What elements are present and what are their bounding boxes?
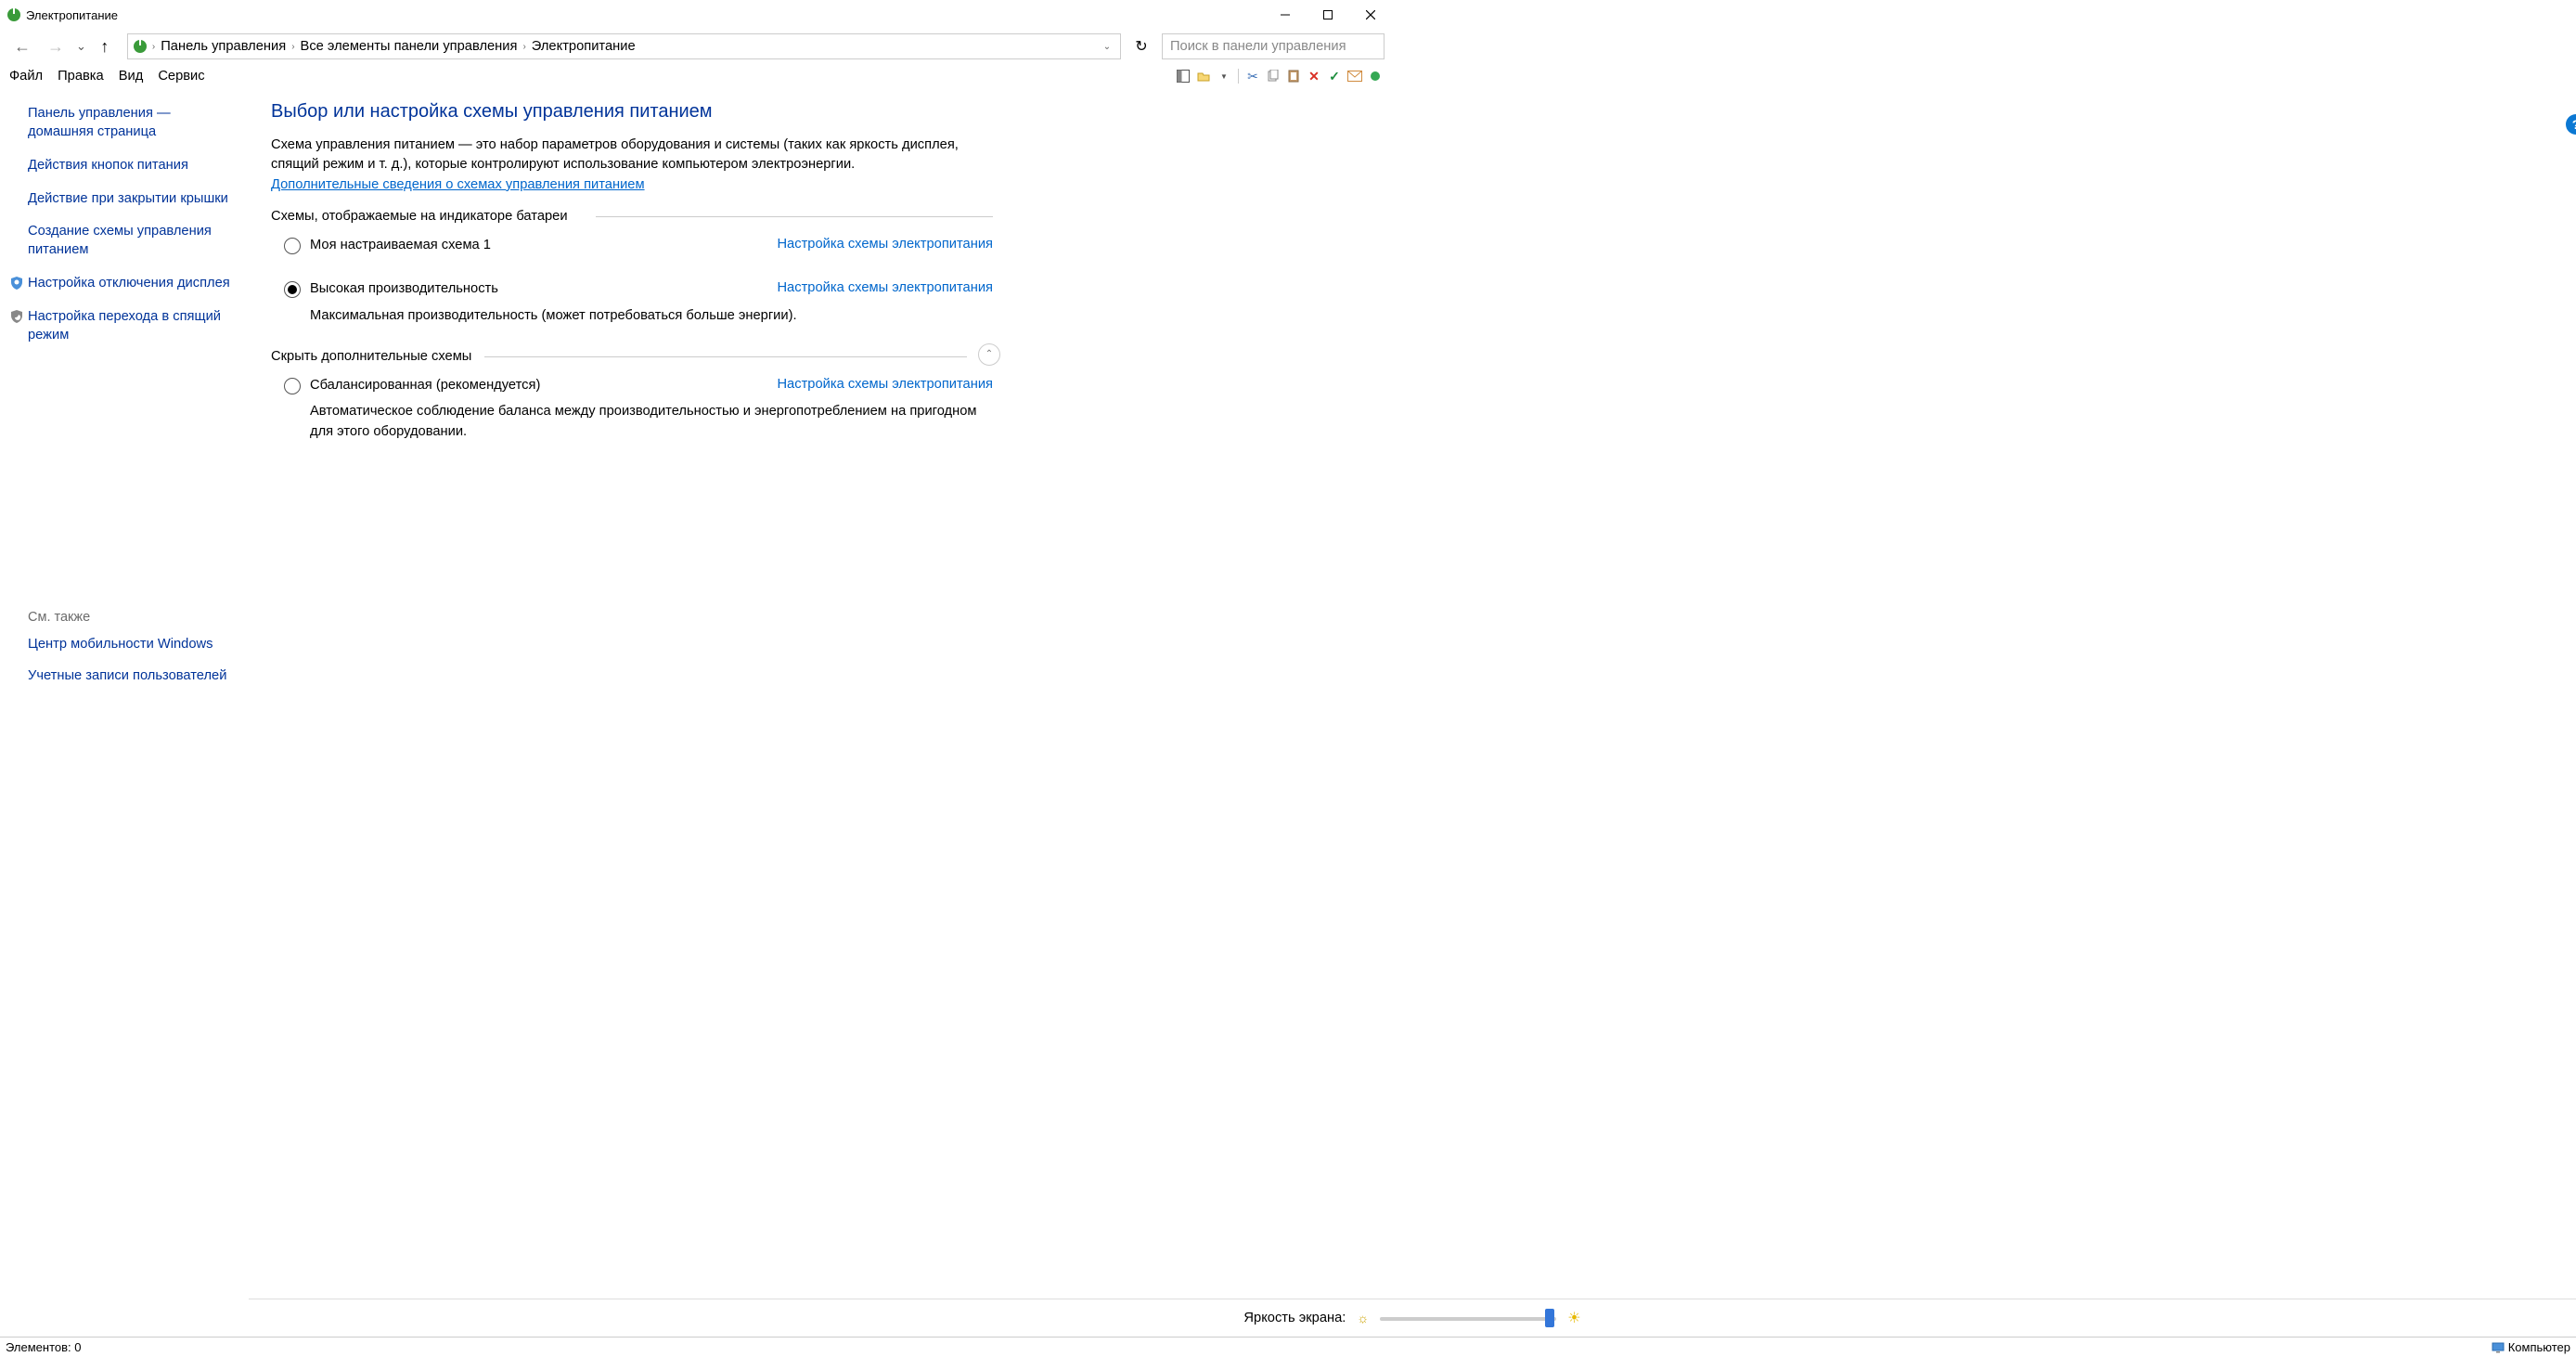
plan-desc-highperf: Максимальная производительность (может п… — [271, 306, 993, 326]
radio-highperf[interactable] — [284, 281, 301, 298]
page-description: Схема управления питанием — это набор па… — [271, 136, 993, 175]
breadcrumb-seg-2-label: Все элементы панели управления — [301, 39, 518, 54]
config-link-custom1[interactable]: Настройка схемы электропитания — [777, 237, 993, 252]
copy-icon[interactable] — [1264, 67, 1282, 85]
paste-icon[interactable] — [1284, 67, 1303, 85]
addressbar-icon — [132, 38, 148, 55]
window-controls — [1264, 1, 1392, 29]
config-link-balanced[interactable]: Настройка схемы электропитания — [777, 377, 993, 392]
plan-row-custom1: Моя настраиваемая схема 1 Настройка схем… — [271, 237, 993, 263]
sidebar-link-home[interactable]: Панель управления — домашняя страница — [7, 105, 238, 142]
up-button[interactable]: ↑ — [92, 33, 118, 59]
brightness-panel: Яркость экрана: ☼ ☀ — [249, 1299, 2576, 1337]
refresh-button[interactable]: ↻ — [1128, 33, 1154, 59]
config-link-highperf[interactable]: Настройка схемы электропитания — [777, 280, 993, 295]
toolbar-separator — [1238, 69, 1239, 84]
shield-sleep-icon — [9, 309, 24, 324]
breadcrumb-seg-1[interactable]: Панель управления — [157, 34, 290, 58]
confirm-icon[interactable]: ✓ — [1325, 67, 1344, 85]
plan-row-balanced: Сбалансированная (рекомендуется) Настрой… — [271, 377, 993, 403]
close-button[interactable] — [1349, 1, 1392, 29]
menu-service[interactable]: Сервис — [150, 67, 212, 85]
power-icon — [6, 6, 22, 23]
brightness-slider[interactable] — [1380, 1309, 1556, 1327]
main-panel: Выбор или настройка схемы управления пит… — [249, 88, 1010, 712]
search-input[interactable]: Поиск в панели управления — [1162, 33, 1385, 59]
slider-thumb[interactable] — [1545, 1309, 1554, 1327]
shield-display-icon — [9, 276, 24, 291]
menu-file[interactable]: Файл — [2, 67, 50, 85]
sun-dim-icon: ☼ — [1357, 1311, 1369, 1325]
maximize-button[interactable] — [1307, 1, 1349, 29]
nav-toolbar: ← → ⌄ ↑ › Панель управления › Все элемен… — [0, 30, 1392, 65]
dropdown-arrow-icon[interactable]: ▼ — [1215, 67, 1233, 85]
status-right: Компьютер — [2492, 1340, 2570, 1354]
plan-desc-balanced: Автоматическое соблюдение баланса между … — [271, 402, 993, 442]
radio-balanced[interactable] — [284, 378, 301, 394]
window-title: Электропитание — [26, 8, 118, 22]
content-area: Панель управления — домашняя страница Де… — [0, 88, 1392, 712]
breadcrumb-sep: › — [521, 42, 527, 52]
radio-custom1[interactable] — [284, 238, 301, 254]
breadcrumb-seg-2[interactable]: Все элементы панели управления — [297, 34, 522, 58]
titlebar: Электропитание — [0, 0, 1392, 30]
sidebar-link-sleep[interactable]: Настройка перехода в спящий режим — [7, 308, 238, 345]
menu-edit[interactable]: Правка — [50, 67, 111, 85]
sidebar-link-create[interactable]: Создание схемы управления питанием — [7, 223, 238, 260]
sidebar-link-display[interactable]: Настройка отключения дисплея — [7, 275, 238, 293]
toolbar-extra: ▼ ✂ ✕ ✓ — [1174, 67, 1390, 85]
plan-row-highperf: Высокая производительность Настройка схе… — [271, 280, 993, 306]
slider-track — [1380, 1317, 1556, 1321]
computer-icon — [2492, 1342, 2505, 1353]
sidebar-link-accounts[interactable]: Учетные записи пользователей — [7, 667, 238, 686]
plan-label-balanced[interactable]: Сбалансированная (рекомендуется) — [310, 377, 540, 395]
status-left: Элементов: 0 — [6, 1340, 81, 1354]
menu-view[interactable]: Вид — [111, 67, 151, 85]
menu-bar: Файл Правка Вид Сервис ▼ ✂ ✕ ✓ — [0, 65, 1392, 88]
breadcrumb-seg-1-label: Панель управления — [161, 39, 286, 54]
status-right-label: Компьютер — [2508, 1340, 2570, 1354]
sidebar-link-sleep-label: Настройка перехода в спящий режим — [28, 309, 221, 342]
back-button[interactable]: ← — [7, 33, 37, 59]
new-folder-icon[interactable] — [1194, 67, 1213, 85]
breadcrumb-seg-3-label: Электропитание — [532, 39, 636, 54]
delete-icon[interactable]: ✕ — [1305, 67, 1323, 85]
sidebar-link-buttons[interactable]: Действия кнопок питания — [7, 157, 238, 175]
sidebar-link-display-label: Настройка отключения дисплея — [28, 276, 230, 291]
group-extra-title: Скрыть дополнительные схемы ⌃ — [271, 349, 993, 364]
sidebar-link-lid[interactable]: Действие при закрытии крышки — [7, 190, 238, 209]
plan-label-custom1[interactable]: Моя настраиваемая схема 1 — [310, 237, 491, 255]
minimize-button[interactable] — [1264, 1, 1307, 29]
learn-more-link[interactable]: Дополнительные сведения о схемах управле… — [271, 177, 645, 192]
sidebar-link-mobility[interactable]: Центр мобильности Windows — [7, 636, 238, 654]
breadcrumb-sep: › — [290, 42, 296, 52]
group-battery-label: Схемы, отображаемые на индикаторе батаре… — [271, 209, 568, 224]
panel-toggle-icon[interactable] — [1174, 67, 1192, 85]
sun-bright-icon: ☀ — [1567, 1309, 1580, 1327]
group-extra-label: Скрыть дополнительные схемы — [271, 349, 471, 364]
breadcrumb-sep: › — [150, 42, 157, 52]
status-bar: Элементов: 0 Компьютер — [0, 1337, 2576, 1357]
brightness-label: Яркость экрана: — [1243, 1311, 1346, 1325]
refresh-sync-icon[interactable] — [1366, 67, 1385, 85]
plan-label-highperf[interactable]: Высокая производительность — [310, 280, 498, 299]
see-also-label: См. также — [28, 610, 238, 625]
address-bar[interactable]: › Панель управления › Все элементы панел… — [127, 33, 1121, 59]
forward-button[interactable]: → — [41, 33, 71, 59]
history-dropdown[interactable]: ⌄ — [74, 39, 88, 54]
page-heading: Выбор или настройка схемы управления пит… — [271, 101, 993, 123]
mail-icon[interactable] — [1346, 67, 1364, 85]
help-icon[interactable]: ? — [2566, 114, 2576, 135]
search-placeholder: Поиск в панели управления — [1170, 39, 1346, 54]
group-battery-title: Схемы, отображаемые на индикаторе батаре… — [271, 209, 993, 224]
collapse-button[interactable]: ⌃ — [978, 343, 1000, 366]
sidebar: Панель управления — домашняя страница Де… — [0, 88, 249, 712]
cut-icon[interactable]: ✂ — [1243, 67, 1262, 85]
breadcrumb-seg-3[interactable]: Электропитание — [528, 34, 639, 58]
address-dropdown[interactable]: ⌄ — [1098, 42, 1116, 52]
